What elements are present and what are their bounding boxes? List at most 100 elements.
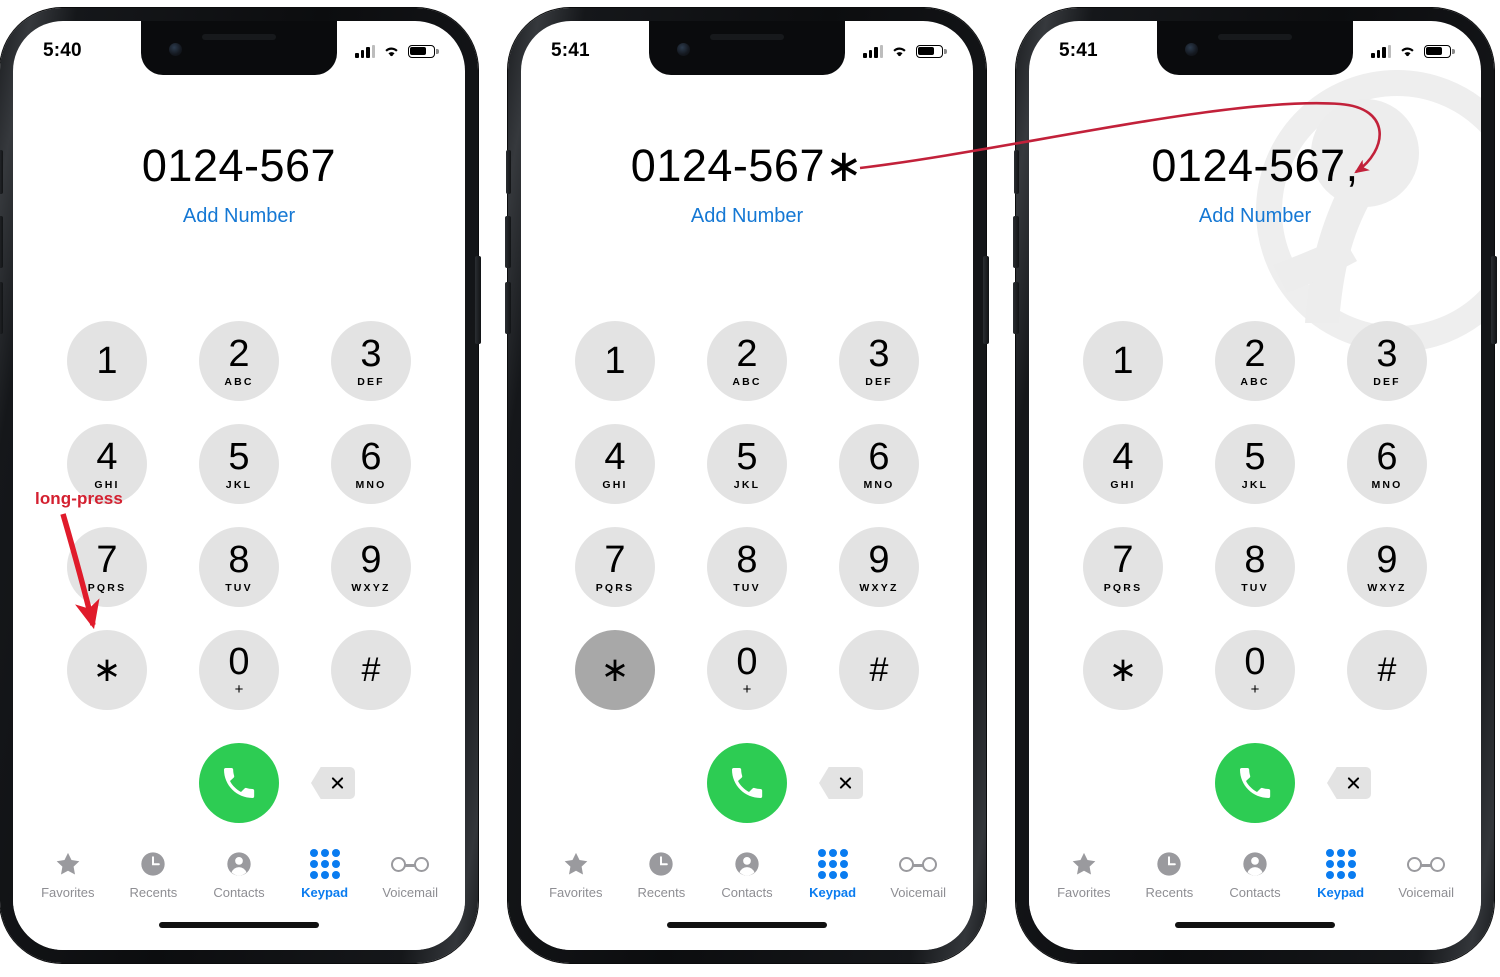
- key-digit: 4: [96, 435, 118, 478]
- key-0[interactable]: 0 +: [1215, 630, 1295, 710]
- tab-contacts[interactable]: Contacts: [196, 848, 282, 900]
- key-9[interactable]: 9 WXYZ: [331, 527, 411, 607]
- home-indicator: [667, 922, 827, 928]
- volume-down-button[interactable]: [505, 282, 511, 334]
- key-5[interactable]: 5 JKL: [1215, 424, 1295, 504]
- key-hash[interactable]: #: [1347, 630, 1427, 710]
- key-digit: 1: [604, 340, 626, 382]
- power-button[interactable]: [475, 256, 481, 344]
- key-3[interactable]: 3 DEF: [839, 321, 919, 401]
- key-4[interactable]: 4 GHI: [67, 424, 147, 504]
- tab-keypad[interactable]: Keypad: [790, 848, 876, 900]
- mute-switch[interactable]: [0, 150, 3, 194]
- front-camera-icon: [677, 43, 690, 56]
- key-star[interactable]: ∗: [575, 630, 655, 710]
- key-digit: 7: [96, 538, 118, 581]
- tab-voicemail[interactable]: Voicemail: [1383, 848, 1469, 900]
- mute-switch[interactable]: [1014, 150, 1019, 194]
- key-letters: WXYZ: [859, 581, 899, 594]
- key-8[interactable]: 8 TUV: [199, 527, 279, 607]
- add-number-link[interactable]: Add Number: [521, 205, 973, 228]
- key-digit: 2: [1244, 332, 1266, 375]
- key-letters: PQRS: [87, 581, 127, 594]
- key-8[interactable]: 8 TUV: [707, 527, 787, 607]
- mute-switch[interactable]: [506, 150, 511, 194]
- tab-label: Voicemail: [1398, 885, 1454, 900]
- tab-label: Keypad: [1317, 885, 1365, 900]
- key-3[interactable]: 3 DEF: [331, 321, 411, 401]
- phone-screen-1: 5:40 0124-567 Add Number 1 2 ABC 3 DEF 4 GH…: [13, 21, 465, 950]
- call-row-3: [1029, 743, 1481, 831]
- tab-contacts[interactable]: Contacts: [1212, 848, 1298, 900]
- key-4[interactable]: 4 GHI: [1083, 424, 1163, 504]
- home-indicator: [1175, 922, 1335, 928]
- tab-label: Contacts: [1229, 885, 1281, 900]
- key-hash[interactable]: #: [331, 630, 411, 710]
- earpiece-speaker-icon: [202, 34, 276, 40]
- delete-button[interactable]: [1327, 767, 1371, 799]
- key-0[interactable]: 0 +: [199, 630, 279, 710]
- key-star[interactable]: ∗: [67, 630, 147, 710]
- tab-contacts[interactable]: Contacts: [704, 848, 790, 900]
- key-digit: 5: [736, 435, 758, 478]
- key-7[interactable]: 7 PQRS: [1083, 527, 1163, 607]
- key-0[interactable]: 0 +: [707, 630, 787, 710]
- tab-recents[interactable]: Recents: [619, 848, 705, 900]
- key-6[interactable]: 6 MNO: [331, 424, 411, 504]
- key-2[interactable]: 2 ABC: [199, 321, 279, 401]
- key-9[interactable]: 9 WXYZ: [839, 527, 919, 607]
- power-button[interactable]: [1491, 256, 1497, 344]
- key-letters: JKL: [733, 478, 761, 491]
- volume-up-button[interactable]: [1013, 216, 1019, 268]
- tab-keypad[interactable]: Keypad: [1298, 848, 1384, 900]
- tab-favorites[interactable]: Favorites: [1041, 848, 1127, 900]
- tab-bar-2: Favorites Recents Contacts Keypad Voicem…: [521, 838, 973, 950]
- key-1[interactable]: 1: [67, 321, 147, 401]
- tab-favorites[interactable]: Favorites: [533, 848, 619, 900]
- tab-recents[interactable]: Recents: [111, 848, 197, 900]
- key-digit: ∗: [1108, 651, 1138, 689]
- key-digit: 8: [228, 538, 250, 581]
- tab-voicemail[interactable]: Voicemail: [875, 848, 961, 900]
- key-5[interactable]: 5 JKL: [707, 424, 787, 504]
- key-8[interactable]: 8 TUV: [1215, 527, 1295, 607]
- tab-keypad[interactable]: Keypad: [282, 848, 368, 900]
- key-7[interactable]: 7 PQRS: [575, 527, 655, 607]
- call-button[interactable]: [707, 743, 787, 823]
- volume-up-button[interactable]: [505, 216, 511, 268]
- key-9[interactable]: 9 WXYZ: [1347, 527, 1427, 607]
- delete-button[interactable]: [819, 767, 863, 799]
- star-icon: [54, 848, 82, 880]
- add-number-link[interactable]: Add Number: [13, 205, 465, 228]
- add-number-link[interactable]: Add Number: [1029, 205, 1481, 228]
- tab-label: Contacts: [721, 885, 773, 900]
- volume-down-button[interactable]: [0, 282, 3, 334]
- volume-down-button[interactable]: [1013, 282, 1019, 334]
- key-hash[interactable]: #: [839, 630, 919, 710]
- key-2[interactable]: 2 ABC: [707, 321, 787, 401]
- tab-recents[interactable]: Recents: [1127, 848, 1213, 900]
- key-6[interactable]: 6 MNO: [1347, 424, 1427, 504]
- key-3[interactable]: 3 DEF: [1347, 321, 1427, 401]
- key-2[interactable]: 2 ABC: [1215, 321, 1295, 401]
- key-7[interactable]: 7 PQRS: [67, 527, 147, 607]
- key-letters: PQRS: [1103, 581, 1143, 594]
- key-digit: 6: [868, 435, 890, 478]
- key-6[interactable]: 6 MNO: [839, 424, 919, 504]
- key-letters: TUV: [733, 581, 761, 594]
- front-camera-icon: [169, 43, 182, 56]
- key-1[interactable]: 1: [1083, 321, 1163, 401]
- tab-voicemail[interactable]: Voicemail: [367, 848, 453, 900]
- key-star[interactable]: ∗: [1083, 630, 1163, 710]
- status-clock: 5:40: [43, 40, 82, 61]
- key-4[interactable]: 4 GHI: [575, 424, 655, 504]
- volume-up-button[interactable]: [0, 216, 3, 268]
- key-digit: 0: [736, 641, 758, 683]
- key-1[interactable]: 1: [575, 321, 655, 401]
- tab-favorites[interactable]: Favorites: [25, 848, 111, 900]
- call-button[interactable]: [199, 743, 279, 823]
- key-5[interactable]: 5 JKL: [199, 424, 279, 504]
- delete-button[interactable]: [311, 767, 355, 799]
- power-button[interactable]: [983, 256, 989, 344]
- call-button[interactable]: [1215, 743, 1295, 823]
